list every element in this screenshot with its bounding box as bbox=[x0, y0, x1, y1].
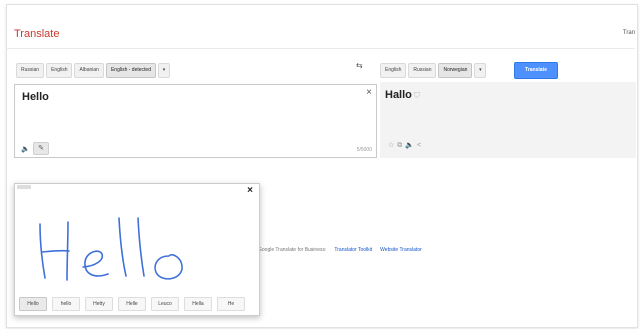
handwriting-canvas[interactable] bbox=[18, 196, 254, 291]
source-textarea[interactable]: Hello × 🔈 ✎ 5/5000 bbox=[14, 84, 377, 158]
clear-source-icon[interactable]: × bbox=[366, 87, 372, 98]
drag-handle[interactable] bbox=[17, 185, 31, 189]
handwriting-input-icon[interactable]: ✎ bbox=[33, 142, 49, 155]
target-lang-dropdown[interactable]: ▾ bbox=[474, 62, 487, 78]
source-lang-dropdown[interactable]: ▾ bbox=[157, 62, 170, 78]
app-title: Translate bbox=[14, 28, 60, 40]
suggestion-item[interactable]: He bbox=[217, 297, 245, 311]
result-tools: ☆⧉🔈< bbox=[388, 141, 424, 150]
source-lang-russian[interactable]: Russian bbox=[16, 62, 45, 78]
target-lang-norwegian[interactable]: Norwegian bbox=[438, 62, 473, 78]
translator-toolkit-link[interactable]: Translator Toolkit bbox=[334, 247, 372, 253]
source-language-bar: Russian English Albanian English - detec… bbox=[16, 62, 172, 78]
source-lang-english[interactable]: English bbox=[46, 62, 73, 78]
handwriting-popup[interactable]: × Hello hello Hetty Helle Leuco Hella He bbox=[14, 183, 260, 316]
handwritten-ink bbox=[39, 217, 183, 281]
header-divider bbox=[6, 48, 635, 49]
result-panel: Hallo ⛉ ☆⧉🔈< bbox=[380, 82, 636, 158]
listen-result-icon[interactable]: 🔈 bbox=[405, 142, 417, 149]
target-lang-english[interactable]: English bbox=[380, 62, 407, 78]
suggestion-item[interactable]: Hello bbox=[19, 297, 47, 311]
suggestion-item[interactable]: Helle bbox=[118, 297, 146, 311]
suggestion-item[interactable]: Leuco bbox=[151, 297, 179, 311]
suggestion-item[interactable]: Hella bbox=[184, 297, 212, 311]
user-name[interactable]: Tran bbox=[623, 30, 635, 36]
swap-languages-icon[interactable]: ⇆ bbox=[356, 61, 363, 70]
translate-button[interactable]: Translate bbox=[514, 62, 558, 79]
character-counter: 5/5000 bbox=[356, 147, 372, 153]
star-icon[interactable]: ☆ bbox=[388, 142, 397, 149]
target-lang-russian[interactable]: Russian bbox=[408, 62, 437, 78]
source-text[interactable]: Hello bbox=[22, 91, 49, 103]
target-language-bar: English Russian Norwegian ▾ bbox=[380, 62, 488, 78]
source-lang-detected[interactable]: English - detected bbox=[105, 62, 156, 78]
website-translator-link[interactable]: Website Translator bbox=[380, 247, 422, 253]
result-verified-icon[interactable]: ⛉ bbox=[414, 91, 420, 100]
handwriting-suggestions: Hello hello Hetty Helle Leuco Hella He bbox=[19, 297, 257, 311]
promo-text: Google Translate for Business: bbox=[258, 247, 327, 253]
result-text: Hallo ⛉ bbox=[385, 89, 420, 101]
source-lang-albanian[interactable]: Albanian bbox=[74, 62, 104, 78]
share-icon[interactable]: < bbox=[417, 142, 424, 149]
close-icon[interactable]: × bbox=[247, 185, 253, 196]
business-promo: Google Translate for Business: Translator… bbox=[258, 247, 422, 253]
suggestion-item[interactable]: hello bbox=[52, 297, 80, 311]
listen-source-icon[interactable]: 🔈 bbox=[21, 145, 30, 153]
suggestion-item[interactable]: Hetty bbox=[85, 297, 113, 311]
